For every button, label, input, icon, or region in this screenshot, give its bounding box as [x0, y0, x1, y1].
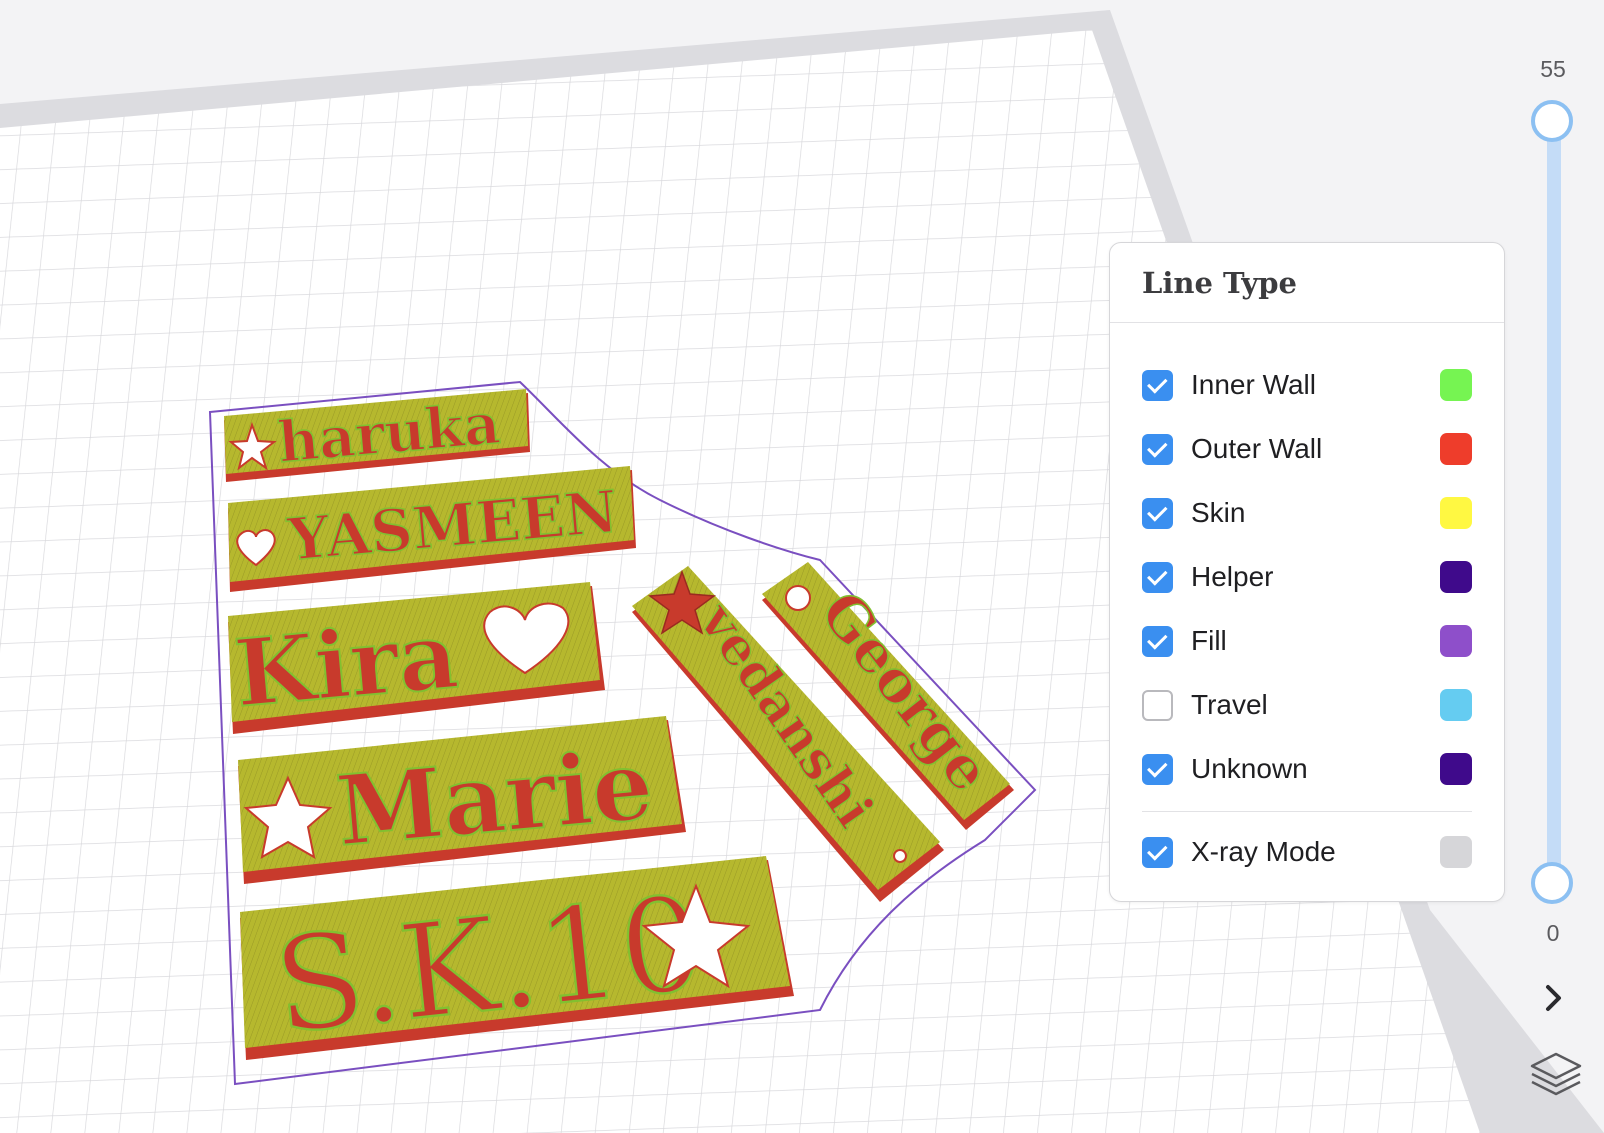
legend-item-xray-mode[interactable]: X-ray Mode [1110, 820, 1504, 884]
tag-text-kira: Kira [231, 601, 463, 728]
fill-checkbox[interactable] [1142, 625, 1173, 657]
check-icon [1146, 436, 1168, 458]
layer-max-label: 55 [1540, 56, 1566, 82]
travel-color-swatch [1440, 689, 1472, 721]
layer-slider-top-handle[interactable] [1531, 100, 1573, 142]
layer-slider-bottom-handle[interactable] [1531, 862, 1573, 904]
fill-label: Fill [1191, 625, 1227, 656]
line-type-legend: Line Type Inner Wall Outer Wall Skin Hel… [1109, 242, 1505, 902]
layer-slider-track[interactable] [1547, 120, 1561, 882]
inner-wall-color-swatch [1440, 369, 1472, 401]
xray-mode-color-swatch [1440, 836, 1472, 868]
unknown-checkbox[interactable] [1142, 753, 1173, 785]
layer-min-label: 0 [1546, 920, 1560, 946]
layer-view-button[interactable] [1528, 1048, 1584, 1104]
outer-wall-checkbox[interactable] [1142, 433, 1173, 465]
inner-wall-checkbox[interactable] [1142, 369, 1173, 401]
legend-item-unknown[interactable]: Unknown [1110, 737, 1504, 801]
legend-item-helper[interactable]: Helper [1110, 545, 1504, 609]
inner-wall-label: Inner Wall [1191, 369, 1317, 400]
xray-mode-label: X-ray Mode [1191, 836, 1336, 867]
legend-item-travel[interactable]: Travel [1110, 673, 1504, 737]
legend-header: Line Type [1110, 243, 1504, 323]
legend-item-outer-wall[interactable]: Outer Wall [1110, 417, 1504, 481]
xray-mode-checkbox[interactable] [1142, 836, 1173, 868]
legend-divider [1142, 811, 1472, 812]
check-icon [1146, 628, 1168, 650]
check-icon [1146, 564, 1168, 586]
helper-label: Helper [1191, 561, 1274, 592]
skin-color-swatch [1440, 497, 1472, 529]
legend-list: Inner Wall Outer Wall Skin Helper Fill T… [1110, 323, 1504, 884]
chevron-right-icon [1546, 985, 1561, 1011]
check-icon [1146, 500, 1168, 522]
helper-color-swatch [1440, 561, 1472, 593]
legend-item-fill[interactable]: Fill [1110, 609, 1504, 673]
legend-title: Line Type [1142, 265, 1298, 300]
outer-wall-color-swatch [1440, 433, 1472, 465]
skin-checkbox[interactable] [1142, 497, 1173, 529]
layers-icon [1530, 1052, 1582, 1096]
travel-label: Travel [1191, 689, 1268, 720]
check-icon [1146, 372, 1168, 394]
unknown-color-swatch [1440, 753, 1472, 785]
check-icon [1146, 756, 1168, 778]
helper-checkbox[interactable] [1142, 561, 1173, 593]
unknown-label: Unknown [1191, 753, 1308, 784]
travel-checkbox[interactable] [1142, 689, 1173, 721]
next-layer-button[interactable] [1534, 978, 1574, 1018]
check-icon [1146, 839, 1168, 861]
outer-wall-label: Outer Wall [1191, 433, 1323, 464]
fill-color-swatch [1440, 625, 1472, 657]
skin-label: Skin [1191, 497, 1246, 528]
legend-item-inner-wall[interactable]: Inner Wall [1110, 353, 1504, 417]
legend-item-skin[interactable]: Skin [1110, 481, 1504, 545]
